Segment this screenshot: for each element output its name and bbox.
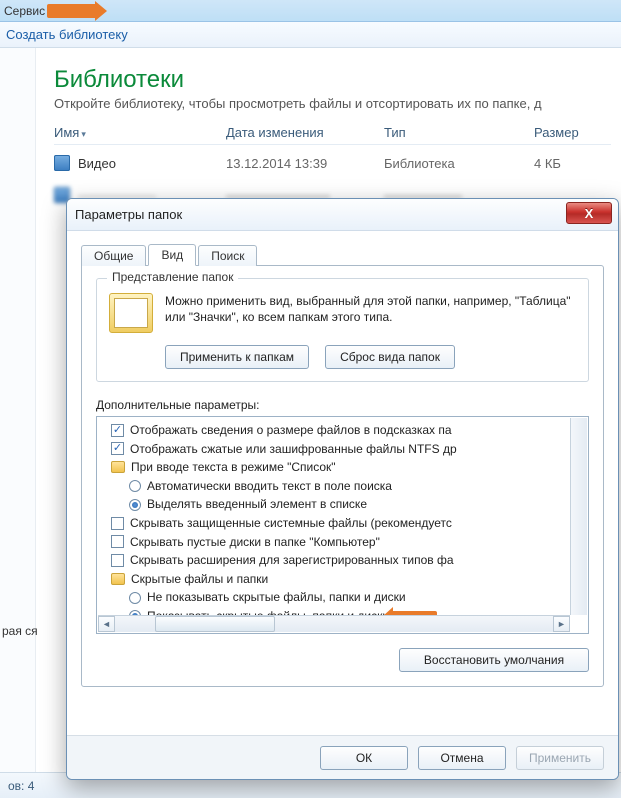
dialog-title: Параметры папок: [75, 207, 182, 222]
checkbox[interactable]: [111, 535, 124, 548]
restore-defaults-button[interactable]: Восстановить умолчания: [399, 648, 589, 672]
folder-views-icon: [109, 293, 153, 333]
opt-label: Не показывать скрытые файлы, папки и дис…: [147, 588, 406, 607]
col-type[interactable]: Тип: [384, 125, 534, 140]
opt-label: Отображать сжатые или зашифрованные файл…: [130, 440, 457, 459]
col-name[interactable]: Имя▾: [54, 125, 226, 140]
folder-icon: [111, 573, 125, 585]
checkbox[interactable]: [111, 424, 124, 437]
item-type: Библиотека: [384, 156, 534, 171]
command-bar[interactable]: Создать библиотеку: [0, 22, 621, 48]
radio[interactable]: [129, 592, 141, 604]
annotation-arrow-top: [47, 4, 97, 18]
column-headers[interactable]: Имя▾ Дата изменения Тип Размер: [54, 125, 611, 145]
folder-icon: [111, 461, 125, 473]
menu-bar[interactable]: Сервис: [0, 0, 621, 22]
location-title: Библиотеки: [54, 66, 611, 94]
opt-label: Скрывать защищенные системные файлы (рек…: [130, 514, 452, 533]
item-size: 4 КБ: [534, 156, 611, 171]
item-date: 13.12.2014 13:39: [226, 156, 384, 171]
radio[interactable]: [129, 499, 141, 511]
list-item[interactable]: Видео 13.12.2014 13:39 Библиотека 4 КБ: [54, 145, 611, 177]
col-date[interactable]: Дата изменения: [226, 125, 384, 140]
scroll-thumb[interactable]: [155, 616, 275, 632]
dialog-titlebar[interactable]: Параметры папок X: [67, 199, 618, 231]
opt-label: Автоматически вводить текст в поле поиск…: [147, 477, 392, 496]
cancel-button[interactable]: Отмена: [418, 746, 506, 770]
menu-service[interactable]: Сервис: [4, 4, 45, 18]
checkbox[interactable]: [111, 442, 124, 455]
checkbox[interactable]: [111, 517, 124, 530]
reset-folders-button[interactable]: Сброс вида папок: [325, 345, 455, 369]
item-name: Видео: [78, 156, 116, 171]
folder-view-group: Представление папок Можно применить вид,…: [96, 278, 589, 382]
apply-to-folders-button[interactable]: Применить к папкам: [165, 345, 309, 369]
scroll-left-button[interactable]: ◄: [98, 616, 115, 632]
close-icon: X: [585, 206, 594, 221]
vertical-scrollbar[interactable]: [570, 418, 587, 615]
library-video-icon: [54, 155, 70, 171]
opt-label: Отображать сведения о размере файлов в п…: [130, 421, 452, 440]
checkbox[interactable]: [111, 554, 124, 567]
opt-group-label: При вводе текста в режиме "Список": [131, 458, 336, 477]
radio[interactable]: [129, 480, 141, 492]
close-button[interactable]: X: [566, 202, 612, 224]
opt-group-label: Скрытые файлы и папки: [131, 570, 268, 589]
opt-label: Скрывать пустые диски в папке "Компьютер…: [130, 533, 380, 552]
col-size[interactable]: Размер: [534, 125, 611, 140]
horizontal-scrollbar[interactable]: ◄ ►: [98, 615, 570, 632]
apply-button[interactable]: Применить: [516, 746, 604, 770]
advanced-settings-list[interactable]: Отображать сведения о размере файлов в п…: [96, 416, 589, 634]
tab-view[interactable]: Вид: [148, 244, 196, 266]
dialog-button-row: ОК Отмена Применить: [67, 735, 618, 779]
tab-strip: Общие Вид Поиск: [81, 241, 604, 265]
nav-pane[interactable]: [0, 48, 36, 772]
tab-search[interactable]: Поиск: [198, 245, 257, 266]
sidebar-fragment: рая ся: [2, 624, 38, 638]
scroll-right-button[interactable]: ►: [553, 616, 570, 632]
tab-general[interactable]: Общие: [81, 245, 146, 266]
tab-panel-view: Представление папок Можно применить вид,…: [81, 265, 604, 687]
cmd-create-library[interactable]: Создать библиотеку: [6, 27, 128, 42]
advanced-settings-label: Дополнительные параметры:: [96, 398, 589, 412]
opt-label: Выделять введенный элемент в списке: [147, 495, 367, 514]
status-count: ов: 4: [8, 779, 34, 793]
group-description: Можно применить вид, выбранный для этой …: [165, 293, 576, 333]
folder-options-dialog: Параметры папок X Общие Вид Поиск Предст…: [66, 198, 619, 780]
group-legend: Представление папок: [107, 270, 238, 284]
location-subtitle: Откройте библиотеку, чтобы просмотреть ф…: [54, 96, 611, 111]
opt-label: Скрывать расширения для зарегистрированн…: [130, 551, 454, 570]
ok-button[interactable]: ОК: [320, 746, 408, 770]
